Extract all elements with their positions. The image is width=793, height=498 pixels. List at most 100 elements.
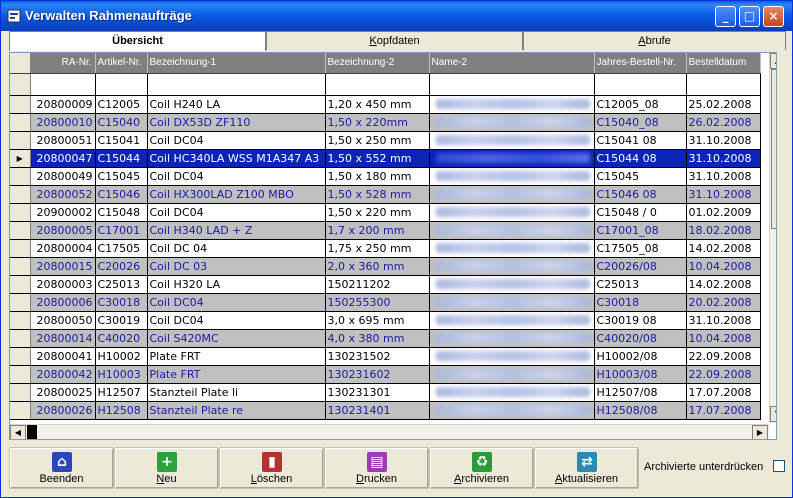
row-indicator[interactable] xyxy=(10,221,31,240)
table-cell[interactable]: C15044 xyxy=(95,149,148,168)
cell-name2-redacted[interactable] xyxy=(429,257,595,276)
row-indicator[interactable] xyxy=(10,347,31,366)
table-cell[interactable]: C15040_08 xyxy=(594,113,687,132)
table-cell[interactable]: 20800049 xyxy=(30,167,96,186)
table-cell[interactable]: C17001 xyxy=(95,221,148,240)
table-cell[interactable]: H10003 xyxy=(95,365,148,384)
filter-row[interactable] xyxy=(10,73,761,96)
column-header[interactable]: Bestelldatum xyxy=(686,53,761,74)
filter-cell[interactable] xyxy=(686,73,761,96)
table-cell[interactable]: Coil S420MC xyxy=(147,329,326,348)
cell-name2-redacted[interactable] xyxy=(429,293,595,312)
table-cell[interactable]: 20800051 xyxy=(30,131,96,150)
aktualisieren-button[interactable]: ⇄ Aktualisieren xyxy=(534,447,639,489)
table-row[interactable]: 20800025 H12507 Stanzteil Plate li 13023130… xyxy=(10,383,761,402)
row-indicator[interactable] xyxy=(10,239,31,258)
table-cell[interactable]: 20900002 xyxy=(30,203,96,222)
table-row[interactable]: 20800051 C15041 Coil DC04 1,50 x 250 mm C150… xyxy=(10,131,761,150)
scroll-down-icon[interactable]: ▼ xyxy=(770,406,776,422)
table-cell[interactable]: 1,50 x 180 mm xyxy=(325,167,430,186)
table-row[interactable]: 20800009 C12005 Coil H240 LA 1,20 x 450 mm C… xyxy=(10,95,761,114)
table-cell[interactable]: Coil DC 04 xyxy=(147,239,326,258)
table-cell[interactable]: Coil H320 LA xyxy=(147,275,326,294)
table-cell[interactable]: Coil DC04 xyxy=(147,167,326,186)
table-row[interactable]: 20900002 C15048 Coil DC04 1,50 x 220 mm C150… xyxy=(10,203,761,222)
cell-name2-redacted[interactable] xyxy=(429,275,595,294)
table-cell[interactable]: 20800042 xyxy=(30,365,96,384)
table-cell[interactable]: 17.07.2008 xyxy=(686,383,761,402)
table-cell[interactable]: C17001_08 xyxy=(594,221,687,240)
table-cell[interactable]: 31.10.2008 xyxy=(686,167,761,186)
table-cell[interactable]: 31.10.2008 xyxy=(686,185,761,204)
table-cell[interactable]: 1,7 x 200 mm xyxy=(325,221,430,240)
table-cell[interactable]: C40020/08 xyxy=(594,329,687,348)
table-cell[interactable]: 1,50 x 250 mm xyxy=(325,131,430,150)
table-cell[interactable]: 20800025 xyxy=(30,383,96,402)
table-cell[interactable]: 20.02.2008 xyxy=(686,293,761,312)
table-cell[interactable]: C25013 xyxy=(594,275,687,294)
table-row[interactable]: 20800010 C15040 Coil DX53D ZF110 1,50 x 220… xyxy=(10,113,761,132)
table-cell[interactable]: C15041 08 xyxy=(594,131,687,150)
table-cell[interactable]: 14.02.2008 xyxy=(686,239,761,258)
table-cell[interactable]: 18.02.2008 xyxy=(686,221,761,240)
cell-name2-redacted[interactable] xyxy=(429,221,595,240)
table-cell[interactable]: C15045 xyxy=(594,167,687,186)
horizontal-scrollbar[interactable]: ◀ ▶ xyxy=(10,424,769,439)
scroll-up-icon[interactable]: ▲ xyxy=(770,53,776,69)
table-cell[interactable]: 20800014 xyxy=(30,329,96,348)
table-cell[interactable]: Coil DX53D ZF110 xyxy=(147,113,326,132)
table-row[interactable]: 20800049 C15045 Coil DC04 1,50 x 180 mm C150… xyxy=(10,167,761,186)
filter-cell[interactable] xyxy=(325,73,430,96)
table-cell[interactable]: H12508 xyxy=(95,401,148,420)
table-row[interactable]: 20800014 C40020 Coil S420MC 4,0 x 380 mm C40… xyxy=(10,329,761,348)
vertical-scrollbar[interactable]: ▲ ▼ xyxy=(769,53,776,423)
table-cell[interactable]: C15045 xyxy=(95,167,148,186)
tab-abrufe[interactable]: Abrufe xyxy=(523,31,786,50)
table-cell[interactable]: 130231301 xyxy=(325,383,430,402)
cell-name2-redacted[interactable] xyxy=(429,203,595,222)
table-row[interactable]: 20800015 C20026 Coil DC 03 2,0 x 360 mm C200… xyxy=(10,257,761,276)
table-cell[interactable]: 22.09.2008 xyxy=(686,365,761,384)
table-cell[interactable]: 1,75 x 250 mm xyxy=(325,239,430,258)
column-header[interactable]: Jahres-Bestell-Nr. xyxy=(594,53,687,74)
tab-uebersicht[interactable]: Übersicht xyxy=(9,31,266,51)
table-cell[interactable]: 20800050 xyxy=(30,311,96,330)
cell-name2-redacted[interactable] xyxy=(429,365,595,384)
filter-cell[interactable] xyxy=(95,73,148,96)
cell-name2-redacted[interactable] xyxy=(429,311,595,330)
table-cell[interactable]: 31.10.2008 xyxy=(686,149,761,168)
table-cell[interactable]: Plate FRT xyxy=(147,365,326,384)
scroll-left-icon[interactable]: ◀ xyxy=(10,425,26,439)
table-cell[interactable]: C30019 08 xyxy=(594,311,687,330)
table-cell[interactable]: H12507 xyxy=(95,383,148,402)
table-cell[interactable]: 20800052 xyxy=(30,185,96,204)
table-cell[interactable]: C15040 xyxy=(95,113,148,132)
table-cell[interactable]: 20800009 xyxy=(30,95,96,114)
hscroll-thumb[interactable] xyxy=(27,425,37,439)
table-cell[interactable]: 1,50 x 220mm xyxy=(325,113,430,132)
row-indicator[interactable] xyxy=(10,203,31,222)
filter-cell[interactable] xyxy=(147,73,326,96)
archive-filter-checkbox[interactable] xyxy=(773,460,785,472)
cell-name2-redacted[interactable] xyxy=(429,149,595,168)
table-row[interactable]: 20800050 C30019 Coil DC04 3,0 x 695 mm C3001… xyxy=(10,311,761,330)
table-cell[interactable]: 10.04.2008 xyxy=(686,329,761,348)
row-indicator[interactable] xyxy=(10,95,31,114)
row-indicator[interactable] xyxy=(10,365,31,384)
cell-name2-redacted[interactable] xyxy=(429,239,595,258)
table-cell[interactable]: 3,0 x 695 mm xyxy=(325,311,430,330)
table-cell[interactable]: 20800005 xyxy=(30,221,96,240)
table-cell[interactable]: Coil DC04 xyxy=(147,293,326,312)
table-cell[interactable]: 25.02.2008 xyxy=(686,95,761,114)
table-row[interactable]: 20800005 C17001 Coil H340 LAD + Z 1,7 x 200… xyxy=(10,221,761,240)
table-cell[interactable]: 1,50 x 528 mm xyxy=(325,185,430,204)
table-cell[interactable]: 20800010 xyxy=(30,113,96,132)
table-cell[interactable]: Coil DC04 xyxy=(147,311,326,330)
cell-name2-redacted[interactable] xyxy=(429,329,595,348)
column-header[interactable]: Bezeichnung-2 xyxy=(325,53,430,74)
table-cell[interactable]: Coil H240 LA xyxy=(147,95,326,114)
neu-button[interactable]: + Neu xyxy=(114,447,219,489)
table-cell[interactable]: Coil DC04 xyxy=(147,131,326,150)
row-indicator[interactable] xyxy=(10,257,31,276)
table-cell[interactable]: Plate FRT xyxy=(147,347,326,366)
